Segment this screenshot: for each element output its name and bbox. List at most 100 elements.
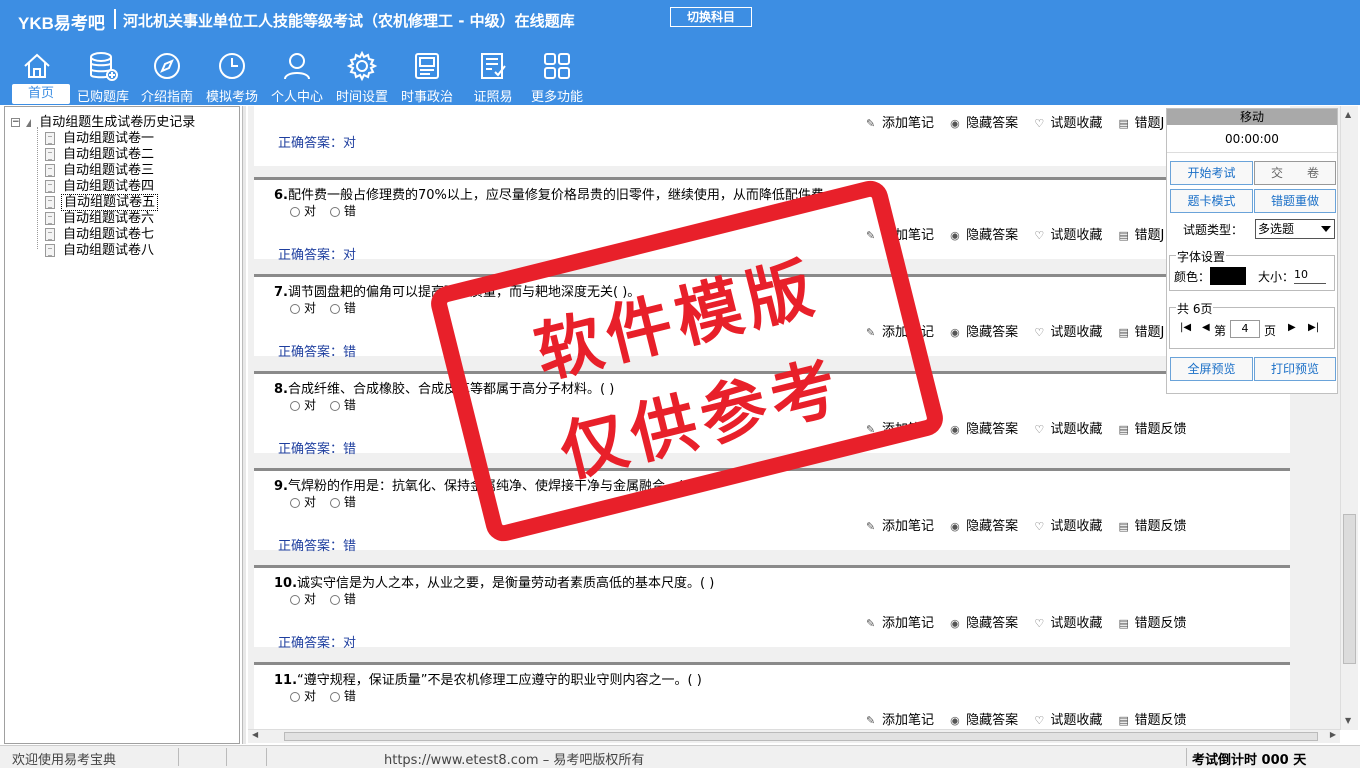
submit-button[interactable]: 交 卷 xyxy=(1254,161,1336,185)
add-note-button[interactable]: ✎ 添加笔记 xyxy=(866,616,934,631)
scroll-left-icon[interactable]: ◀ xyxy=(252,730,258,739)
option-label: 错 xyxy=(343,495,356,509)
radio-true[interactable] xyxy=(290,594,300,605)
tree-item[interactable]: 自动组题试卷六 xyxy=(45,207,156,226)
correct-answer: 正确答案：错 xyxy=(278,535,356,554)
hide-answer-button[interactable]: ◉ 隐藏答案 xyxy=(950,116,1018,131)
print-preview-button[interactable]: 打印预览 xyxy=(1254,357,1336,381)
next-page-icon[interactable]: ▶ xyxy=(1288,322,1296,333)
action-label: 试题收藏 xyxy=(1050,519,1103,534)
add-note-button[interactable]: ✎ 添加笔记 xyxy=(866,422,934,437)
eye-icon: ◉ xyxy=(950,617,960,630)
radio-true[interactable] xyxy=(290,206,300,217)
last-page-icon[interactable]: ▶| xyxy=(1308,322,1319,333)
tree-root[interactable]: − 自动组题生成试卷历史记录 xyxy=(11,111,195,130)
add-note-button[interactable]: ✎ 添加笔记 xyxy=(866,228,934,243)
add-note-button[interactable]: ✎ 添加笔记 xyxy=(866,325,934,340)
feedback-button[interactable]: ▤ 错题反馈 xyxy=(1118,616,1186,631)
tree-item[interactable]: 自动组题试卷四 xyxy=(45,175,156,194)
nav-mock-exam[interactable]: 模拟考场 xyxy=(199,46,265,105)
radio-false[interactable] xyxy=(329,400,340,411)
action-label: 隐藏答案 xyxy=(966,422,1019,437)
page-input[interactable]: 4 xyxy=(1230,320,1260,338)
favorite-button[interactable]: ♡ 试题收藏 xyxy=(1034,519,1102,534)
favorite-button[interactable]: ♡ 试题收藏 xyxy=(1034,116,1102,131)
favorite-button[interactable]: ♡ 试题收藏 xyxy=(1034,325,1102,340)
question-card: 10.诚实守信是为人之本，从业之要，是衡量劳动者素质高低的基本尺度。( ) 对 … xyxy=(254,565,1290,651)
tree-item-selected[interactable]: 自动组题试卷五 xyxy=(45,191,159,211)
move-handle[interactable]: 移动 xyxy=(1167,109,1337,125)
scroll-right-icon[interactable]: ▶ xyxy=(1330,730,1336,739)
add-note-button[interactable]: ✎ 添加笔记 xyxy=(866,116,934,131)
start-exam-button[interactable]: 开始考试 xyxy=(1170,161,1253,185)
hide-answer-button[interactable]: ◉ 隐藏答案 xyxy=(950,422,1018,437)
favorite-button[interactable]: ♡ 试题收藏 xyxy=(1034,616,1102,631)
radio-true[interactable] xyxy=(290,691,300,702)
radio-false[interactable] xyxy=(329,497,340,508)
tree-item[interactable]: 自动组题试卷八 xyxy=(45,239,156,258)
favorite-button[interactable]: ♡ 试题收藏 xyxy=(1034,422,1102,437)
nav-more[interactable]: 更多功能 xyxy=(524,46,590,105)
first-page-icon[interactable]: |◀ xyxy=(1180,322,1191,333)
nav-certificate[interactable]: 证照易 xyxy=(460,46,526,105)
nav-purchased[interactable]: 已购题库 xyxy=(70,46,136,105)
nav-guide[interactable]: 介绍指南 xyxy=(134,46,200,105)
tree-item[interactable]: 自动组题试卷二 xyxy=(45,143,156,162)
hide-answer-button[interactable]: ◉ 隐藏答案 xyxy=(950,325,1018,340)
tree-item[interactable]: 自动组题试卷三 xyxy=(45,159,156,178)
radio-false[interactable] xyxy=(329,206,340,217)
nav-current-affairs[interactable]: 时事政治 xyxy=(394,46,460,105)
app-title: 河北机关事业单位工人技能等级考试（农机修理工 - 中级）在线题库 xyxy=(123,12,575,30)
horizontal-scrollbar[interactable]: ◀ ▶ xyxy=(248,729,1340,743)
feedback-button[interactable]: ▤ 错题J xyxy=(1118,228,1164,243)
question-actions: ✎ 添加笔记 ◉ 隐藏答案 ♡ 试题收藏 ▤ 错题J xyxy=(866,321,1176,340)
radio-false[interactable] xyxy=(329,303,340,314)
vertical-scrollbar[interactable]: ▲ ▼ xyxy=(1340,106,1358,730)
hide-answer-button[interactable]: ◉ 隐藏答案 xyxy=(950,616,1018,631)
tree-item[interactable]: 自动组题试卷一 xyxy=(45,127,156,146)
panel-splitter[interactable] xyxy=(242,106,246,744)
favorite-button[interactable]: ♡ 试题收藏 xyxy=(1034,713,1102,728)
report-icon: ▤ xyxy=(1118,326,1129,339)
font-size-input[interactable]: 10 xyxy=(1294,266,1326,284)
add-note-button[interactable]: ✎ 添加笔记 xyxy=(866,713,934,728)
option-label: 对 xyxy=(304,689,317,703)
radio-true[interactable] xyxy=(290,497,300,508)
eye-icon: ◉ xyxy=(950,714,960,727)
favorite-button[interactable]: ♡ 试题收藏 xyxy=(1034,228,1102,243)
nav-personal[interactable]: 个人中心 xyxy=(264,46,330,105)
action-label: 隐藏答案 xyxy=(966,616,1019,631)
add-note-button[interactable]: ✎ 添加笔记 xyxy=(866,519,934,534)
hide-answer-button[interactable]: ◉ 隐藏答案 xyxy=(950,713,1018,728)
scroll-thumb[interactable] xyxy=(284,732,1318,741)
hide-answer-button[interactable]: ◉ 隐藏答案 xyxy=(950,228,1018,243)
fullscreen-preview-button[interactable]: 全屏预览 xyxy=(1170,357,1253,381)
nav-home[interactable]: 首页 xyxy=(4,46,70,104)
answer-value: 错 xyxy=(343,442,357,457)
feedback-button[interactable]: ▤ 错题J xyxy=(1118,325,1164,340)
tree-item[interactable]: 自动组题试卷七 xyxy=(45,223,156,242)
scroll-thumb[interactable] xyxy=(1343,514,1356,664)
font-color-swatch[interactable] xyxy=(1210,267,1246,285)
radio-true[interactable] xyxy=(290,400,300,411)
nav-time-settings[interactable]: 时间设置 xyxy=(329,46,395,105)
radio-true[interactable] xyxy=(290,303,300,314)
feedback-button[interactable]: ▤ 错题J xyxy=(1118,116,1164,131)
radio-false[interactable] xyxy=(329,691,340,702)
redo-wrong-button[interactable]: 错题重做 xyxy=(1254,189,1336,213)
action-label: 添加笔记 xyxy=(882,228,935,243)
card-mode-button[interactable]: 题卡模式 xyxy=(1170,189,1253,213)
collapse-icon[interactable]: − xyxy=(11,118,20,127)
scroll-up-icon[interactable]: ▲ xyxy=(1345,110,1351,119)
prev-page-icon[interactable]: ◀ xyxy=(1202,322,1210,333)
scroll-down-icon[interactable]: ▼ xyxy=(1345,716,1351,725)
answer-options: 对 错 xyxy=(290,493,366,510)
question-type-select[interactable]: 多选题 xyxy=(1255,219,1335,239)
switch-subject-button[interactable]: 切换科目 xyxy=(670,7,752,27)
feedback-button[interactable]: ▤ 错题反馈 xyxy=(1118,713,1186,728)
page-suffix: 页 xyxy=(1264,324,1277,338)
radio-false[interactable] xyxy=(329,594,340,605)
feedback-button[interactable]: ▤ 错题反馈 xyxy=(1118,519,1186,534)
feedback-button[interactable]: ▤ 错题反馈 xyxy=(1118,422,1186,437)
hide-answer-button[interactable]: ◉ 隐藏答案 xyxy=(950,519,1018,534)
